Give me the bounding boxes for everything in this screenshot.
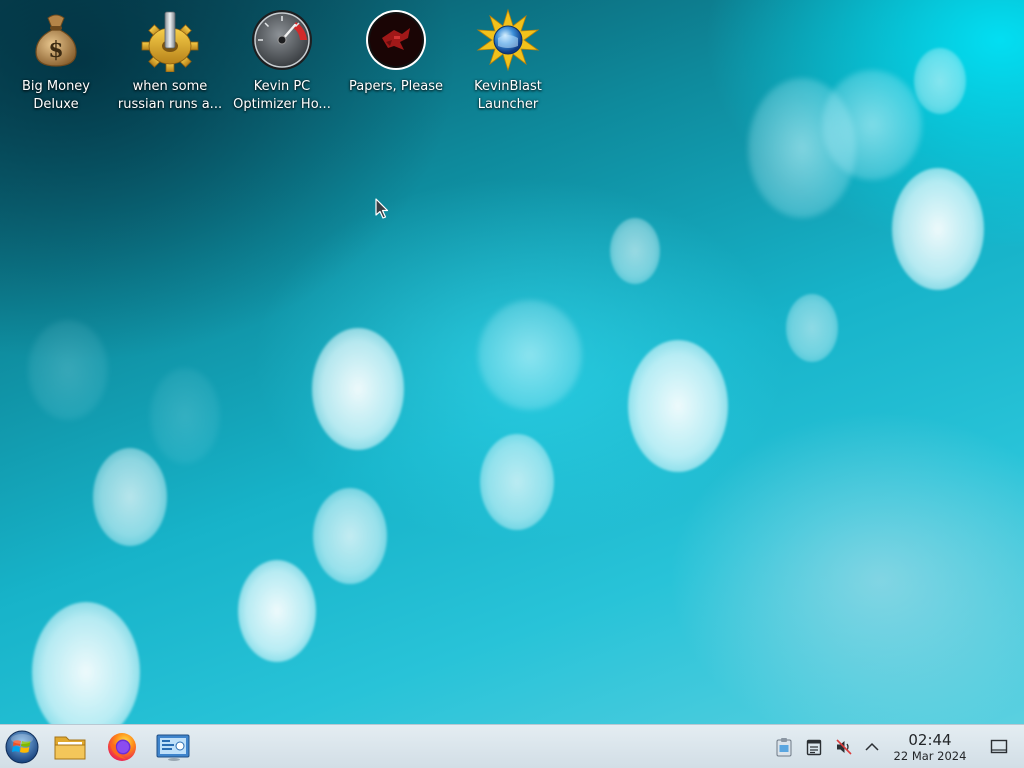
wallpaper-bokeh xyxy=(313,488,387,584)
tray-volume[interactable] xyxy=(833,736,855,758)
label-line: KevinBlast xyxy=(474,79,542,94)
label-line: Kevin PC xyxy=(253,79,311,94)
desktop-icon-big-money-deluxe[interactable]: $ Big Money Deluxe xyxy=(0,6,112,116)
desktop[interactable]: $ Big Money Deluxe when some russian run… xyxy=(0,0,1024,724)
taskbar-firefox[interactable] xyxy=(104,729,140,765)
wallpaper-bokeh xyxy=(478,300,582,410)
speedometer-icon xyxy=(252,10,312,70)
show-desktop-icon xyxy=(990,739,1008,754)
tray-notes[interactable] xyxy=(803,736,825,758)
papers-please-icon xyxy=(366,10,426,70)
wallpaper-bokeh xyxy=(93,448,167,546)
clock-time: 02:44 xyxy=(908,731,952,749)
volume-muted-icon xyxy=(836,739,852,755)
desktop-icon-label: KevinBlast Launcher xyxy=(452,78,564,114)
taskbar-system-settings[interactable] xyxy=(155,729,191,765)
wallpaper-bokeh xyxy=(628,340,728,472)
label-line: Launcher xyxy=(477,97,539,112)
wallpaper-bokeh xyxy=(480,434,554,530)
file-manager-icon xyxy=(54,736,86,760)
desktop-icon-label: Papers, Please xyxy=(340,78,452,96)
desktop-icon-papers-please[interactable]: Papers, Please xyxy=(340,6,452,116)
desktop-icon-label: Kevin PC Optimizer Ho... xyxy=(226,78,338,114)
wallpaper-bokeh xyxy=(786,294,838,362)
wallpaper-bokeh xyxy=(28,320,108,420)
system-settings-icon xyxy=(156,734,190,761)
taskbar-file-manager[interactable] xyxy=(52,729,88,765)
label-line: Deluxe xyxy=(33,97,79,112)
start-menu-button[interactable] xyxy=(4,729,40,765)
kevinblast-icon xyxy=(476,8,540,72)
firefox-icon xyxy=(108,733,136,761)
mouse-cursor-icon xyxy=(375,198,389,219)
wallpaper-bokeh xyxy=(312,328,404,450)
wallpaper-bokeh xyxy=(610,218,660,284)
label-line: Optimizer Ho... xyxy=(233,97,331,112)
wallpaper-bokeh xyxy=(238,560,316,662)
label-line: Big Money xyxy=(21,79,90,94)
wallpaper-bokeh xyxy=(892,168,984,290)
digital-clock[interactable]: 02:44 22 Mar 2024 xyxy=(884,731,976,763)
wallpaper-bokeh xyxy=(822,70,922,180)
wallpaper-bokeh xyxy=(150,368,220,464)
label-line: russian runs a... xyxy=(117,97,223,112)
clipboard-icon xyxy=(776,738,792,757)
svg-text:$: $ xyxy=(48,37,63,63)
start-orb-icon xyxy=(5,730,39,764)
notes-icon xyxy=(806,739,822,756)
label-line: when some xyxy=(132,79,208,94)
money-bag-icon: $ xyxy=(35,14,77,67)
desktop-icon-kevin-pc-optimizer[interactable]: Kevin PC Optimizer Ho... xyxy=(226,6,338,116)
clock-date: 22 Mar 2024 xyxy=(893,749,967,763)
desktop-icon-label: when some russian runs a... xyxy=(114,78,226,114)
desktop-icon-when-some-russian-runs[interactable]: when some russian runs a... xyxy=(114,6,226,116)
taskbar: 02:44 22 Mar 2024 xyxy=(0,724,1024,768)
desktop-icon-kevinblast-launcher[interactable]: KevinBlast Launcher xyxy=(452,6,564,116)
gear-icon xyxy=(141,11,199,72)
chevron-up-icon xyxy=(865,742,879,751)
tray-expand-button[interactable] xyxy=(861,736,883,758)
tray-clipboard[interactable] xyxy=(773,736,795,758)
wallpaper-bokeh xyxy=(914,48,966,114)
desktop-icon-label: Big Money Deluxe xyxy=(0,78,112,114)
wallpaper-bokeh xyxy=(32,602,140,724)
show-desktop-button[interactable] xyxy=(988,736,1010,758)
label-line: Papers, Please xyxy=(348,79,444,94)
